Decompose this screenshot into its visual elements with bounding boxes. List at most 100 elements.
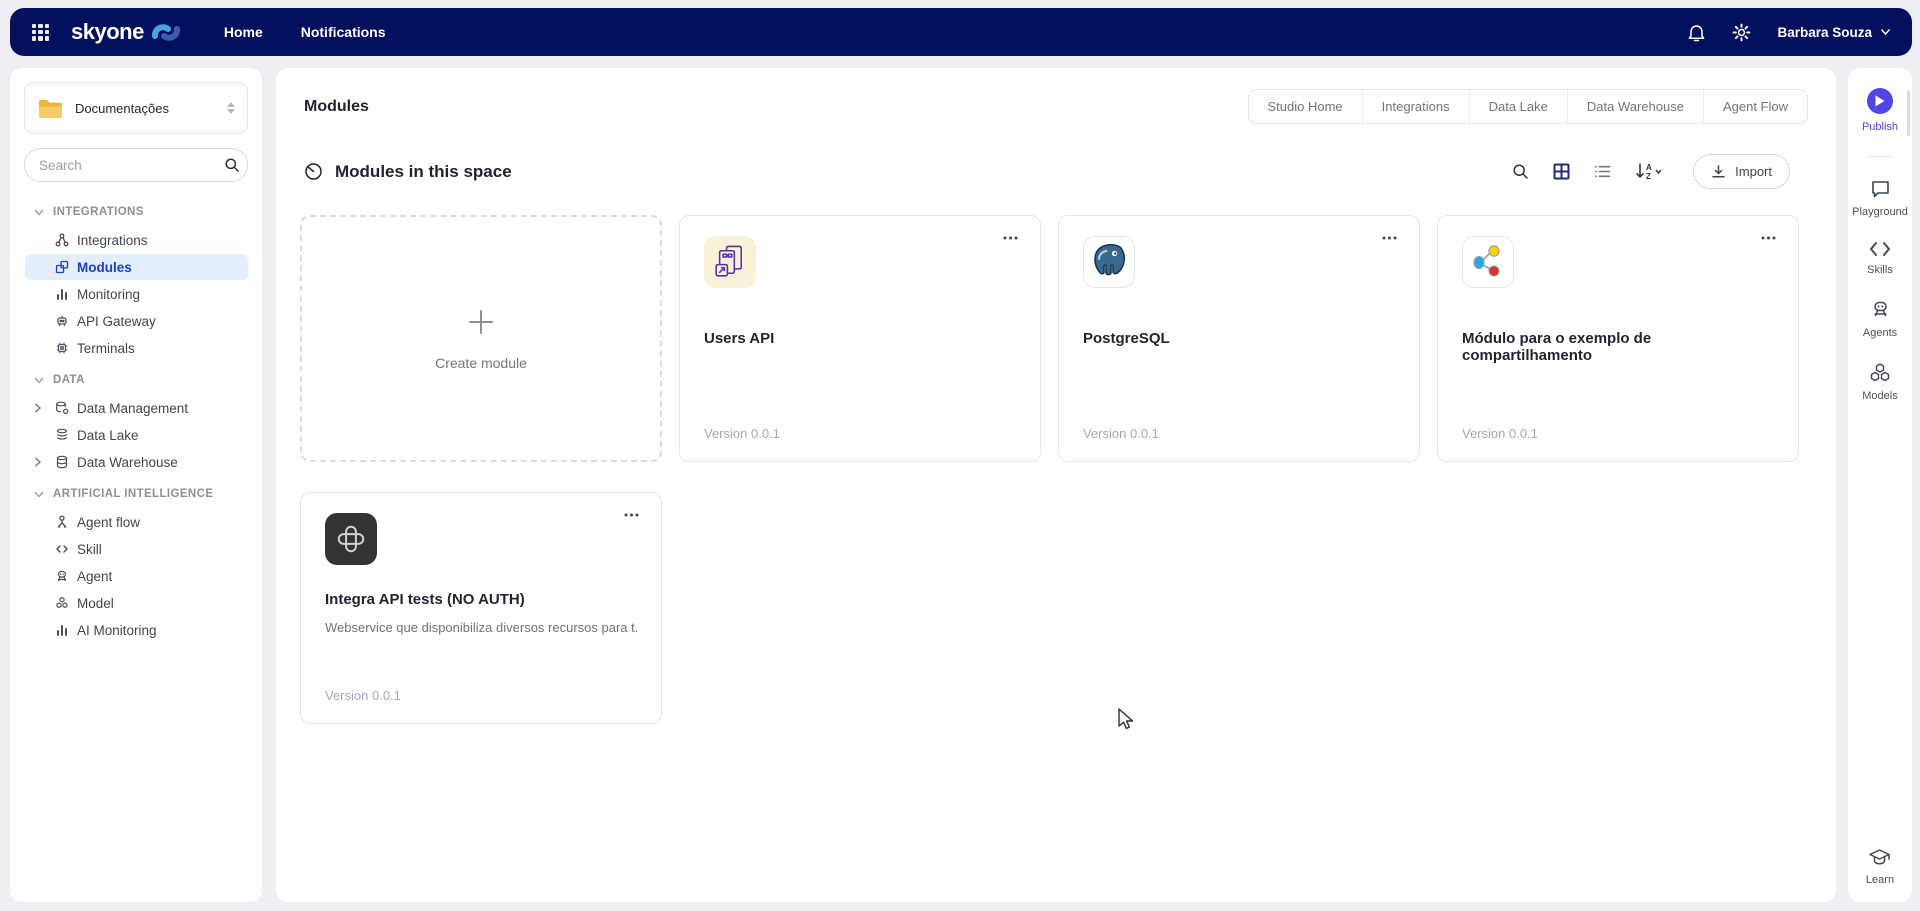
settings-gear-icon[interactable] — [1732, 23, 1751, 42]
more-menu-icon[interactable] — [999, 232, 1022, 244]
notification-bell-icon[interactable] — [1687, 23, 1706, 42]
rail-item-agents[interactable]: Agents — [1863, 299, 1897, 339]
rail-item-skills[interactable]: Skills — [1867, 241, 1893, 276]
module-card-postgresql[interactable]: PostgreSQL Version 0.0.1 — [1058, 215, 1420, 462]
tab-integrations[interactable]: Integrations — [1362, 90, 1469, 123]
module-card-modulo-compartilhamento[interactable]: Módulo para o exemplo de compartilhament… — [1437, 215, 1799, 462]
selector-arrows-icon — [227, 102, 235, 114]
api-gateway-icon — [54, 314, 70, 328]
data-warehouse-icon — [54, 455, 70, 469]
agent-robot-icon — [54, 569, 70, 583]
more-menu-icon[interactable] — [620, 509, 643, 521]
learn-graduation-cap-icon — [1868, 847, 1891, 867]
list-view-icon[interactable] — [1594, 164, 1611, 179]
module-card-integra-api-tests[interactable]: Integra API tests (NO AUTH) Webservice q… — [300, 492, 662, 724]
sidebar-item-model[interactable]: Model — [25, 590, 248, 616]
module-title: Integra API tests (NO AUTH) — [325, 591, 637, 608]
top-navbar: skyone Home Notifications — [10, 8, 1912, 56]
sidebar-item-agent-flow[interactable]: Agent flow — [25, 509, 248, 535]
more-menu-icon[interactable] — [1378, 232, 1401, 244]
sidebar-nav: INTEGRATIONS Integrations Modules — [10, 198, 262, 643]
nav-link-notifications[interactable]: Notifications — [301, 24, 386, 40]
download-icon — [1711, 164, 1726, 179]
rail-scrollbar[interactable] — [1907, 90, 1910, 136]
terminals-icon — [54, 341, 70, 355]
nav-link-home[interactable]: Home — [224, 24, 263, 40]
monitoring-icon — [54, 287, 70, 301]
section-header-artificial-intelligence[interactable]: ARTIFICIAL INTELLIGENCE — [10, 480, 262, 508]
search-input[interactable] — [39, 158, 216, 173]
module-description: Webservice que disponibiliza diversos re… — [325, 620, 637, 635]
user-menu[interactable]: Barbara Souza — [1777, 25, 1890, 40]
chevron-right-icon — [34, 403, 47, 413]
folder-icon — [37, 97, 64, 120]
search-icon[interactable] — [224, 157, 240, 173]
import-button[interactable]: Import — [1693, 154, 1790, 189]
publish-play-icon — [1867, 88, 1893, 114]
rail-item-publish[interactable]: Publish — [1862, 88, 1898, 133]
page-title: Modules — [304, 98, 369, 116]
rail-item-playground[interactable]: Playground — [1852, 179, 1908, 218]
top-nav-links: Home Notifications — [224, 24, 386, 40]
chevron-down-icon — [34, 209, 44, 216]
svg-text:Z: Z — [1646, 172, 1651, 181]
module-card-grid: Create module Users API Version 0.0.1 — [276, 189, 1836, 724]
rail-item-models[interactable]: Models — [1862, 362, 1897, 402]
module-title: Users API — [704, 330, 1016, 347]
module-version: Version 0.0.1 — [704, 426, 1016, 441]
sidebar-item-data-lake[interactable]: Data Lake — [25, 422, 248, 448]
rail-item-learn[interactable]: Learn — [1866, 847, 1894, 886]
chevron-down-icon — [34, 377, 44, 384]
sidebar-item-modules[interactable]: Modules — [25, 254, 248, 280]
modules-icon — [54, 260, 70, 274]
tab-data-warehouse[interactable]: Data Warehouse — [1567, 90, 1703, 123]
tab-data-lake[interactable]: Data Lake — [1469, 90, 1567, 123]
tab-agent-flow[interactable]: Agent Flow — [1703, 90, 1807, 123]
agent-flow-icon — [54, 515, 70, 529]
section-header-integrations[interactable]: INTEGRATIONS — [10, 198, 262, 226]
module-card-users-api[interactable]: Users API Version 0.0.1 — [679, 215, 1041, 462]
create-module-card[interactable]: Create module — [300, 215, 662, 462]
sidebar-item-terminals[interactable]: Terminals — [25, 335, 248, 361]
module-title: PostgreSQL — [1083, 330, 1395, 347]
brand-swirl-icon — [150, 21, 182, 43]
sidebar-item-skill[interactable]: Skill — [25, 536, 248, 562]
workspace-name: Documentações — [75, 101, 216, 116]
user-name: Barbara Souza — [1777, 25, 1872, 40]
rail-divider — [1867, 156, 1893, 157]
sharing-module-icon — [1462, 236, 1514, 288]
sidebar-item-integrations[interactable]: Integrations — [25, 227, 248, 253]
search-modules-icon[interactable] — [1512, 163, 1529, 180]
sidebar-item-agent[interactable]: Agent — [25, 563, 248, 589]
tab-studio-home[interactable]: Studio Home — [1249, 90, 1362, 123]
more-menu-icon[interactable] — [1757, 232, 1780, 244]
sort-az-icon[interactable]: A Z — [1635, 162, 1663, 181]
workspace-selector[interactable]: Documentações — [24, 82, 248, 134]
brand-logo[interactable]: skyone — [71, 19, 182, 45]
section-header-data[interactable]: DATA — [10, 366, 262, 394]
sidebar-item-api-gateway[interactable]: API Gateway — [25, 308, 248, 334]
sidebar-item-monitoring[interactable]: Monitoring — [25, 281, 248, 307]
data-lake-icon — [54, 428, 70, 442]
svg-text:A: A — [1646, 163, 1652, 172]
sidebar-item-data-management[interactable]: Data Management — [25, 395, 248, 421]
grid-view-icon[interactable] — [1553, 163, 1570, 180]
skills-code-icon — [1869, 241, 1891, 257]
sidebar-item-data-warehouse[interactable]: Data Warehouse — [25, 449, 248, 475]
agents-robot-icon — [1870, 299, 1891, 320]
space-dial-icon — [304, 162, 323, 181]
playground-chat-icon — [1870, 179, 1891, 199]
chevron-down-icon — [1881, 29, 1890, 35]
create-module-label: Create module — [435, 355, 527, 371]
model-icon — [54, 596, 70, 610]
context-tabs: Studio Home Integrations Data Lake Data … — [1248, 89, 1808, 124]
module-title: Módulo para o exemplo de compartilhament… — [1462, 330, 1774, 364]
right-rail: Publish Playground Skills Agents — [1848, 68, 1912, 902]
sidebar-item-ai-monitoring[interactable]: AI Monitoring — [25, 617, 248, 643]
chevron-right-icon — [34, 457, 47, 467]
module-version: Version 0.0.1 — [1462, 426, 1774, 441]
app-launcher-icon[interactable] — [32, 24, 49, 41]
skill-code-icon — [54, 542, 70, 556]
main-content: Modules Studio Home Integrations Data La… — [276, 68, 1836, 902]
integrations-icon — [54, 233, 70, 247]
